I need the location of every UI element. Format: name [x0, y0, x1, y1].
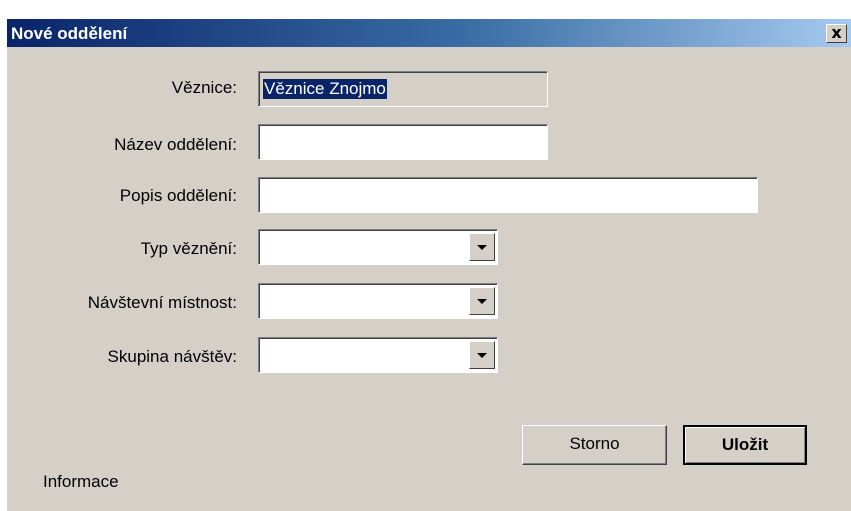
prison-label: Věznice:: [171, 78, 237, 97]
visit-group-select[interactable]: [258, 337, 498, 373]
cancel-button[interactable]: Storno: [522, 425, 667, 465]
info-label: Informace: [43, 472, 119, 491]
window-title: Nové oddělení: [11, 24, 128, 43]
department-description-label: Popis oddělení:: [119, 186, 237, 205]
close-icon: x: [831, 23, 842, 42]
visit-group-label: Skupina návštěv:: [107, 347, 237, 366]
imprisonment-type-select[interactable]: [258, 229, 498, 265]
imprisonment-type-label: Typ věznění:: [140, 239, 237, 258]
visiting-room-select[interactable]: [258, 283, 498, 319]
title-bar[interactable]: Nové oddělení x: [7, 19, 851, 47]
chevron-down-icon[interactable]: [469, 341, 495, 369]
close-button[interactable]: x: [826, 24, 847, 43]
dialog-window: Nové oddělení x Věznice: Věznice Znojmo …: [6, 19, 851, 511]
chevron-down-icon[interactable]: [469, 233, 495, 261]
prison-value: Věznice Znojmo: [263, 79, 387, 99]
department-description-input[interactable]: [258, 177, 758, 213]
department-name-label: Název oddělení:: [114, 135, 237, 154]
visiting-room-label: Návštevní místnost:: [87, 293, 237, 312]
prison-field: Věznice Znojmo: [258, 71, 548, 107]
department-name-input[interactable]: [258, 124, 548, 160]
chevron-down-icon[interactable]: [469, 287, 495, 315]
save-button[interactable]: Uložit: [683, 425, 807, 465]
